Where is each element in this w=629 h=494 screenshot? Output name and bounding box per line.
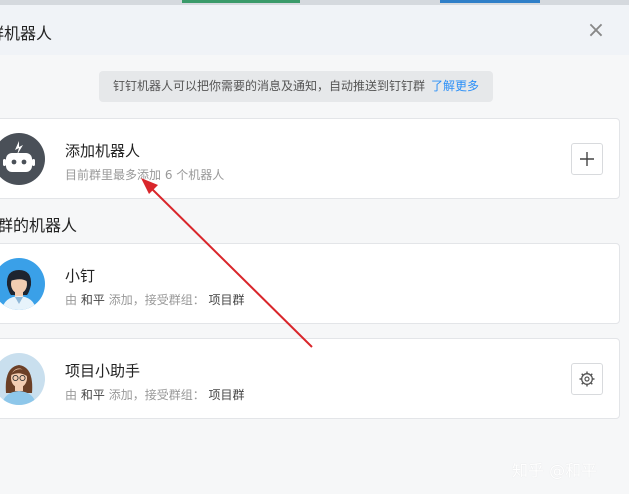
add-robot-limit: 目前群里最多添加 6 个机器人 [65, 168, 225, 182]
add-robot-card[interactable]: 添加机器人 目前群里最多添加 6 个机器人 [0, 118, 620, 199]
robot-group: 项目群 [208, 388, 245, 402]
robot-item[interactable]: 小钉 由 和平 添加，接受群组： 项目群 [0, 243, 620, 324]
robot-owner: 和平 [80, 388, 105, 402]
group-robot-dialog: 群机器人 × 钉钉机器人可以把你需要的消息及通知，自动推送到钉钉群了解更多 添加… [0, 5, 629, 494]
robot-item[interactable]: 项目小助手 由 和平 添加，接受群组： 项目群 [0, 338, 620, 419]
robot-name: 小钉 [65, 267, 96, 285]
close-icon[interactable]: × [584, 19, 608, 43]
plus-icon [580, 152, 594, 166]
notice-text: 钉钉机器人可以把你需要的消息及通知，自动推送到钉钉群 [112, 79, 425, 93]
section-title: 群的机器人 [0, 216, 78, 235]
background-tab-indicator [182, 0, 300, 3]
robot-avatar [0, 258, 45, 310]
meta-prefix: 由 [65, 388, 78, 402]
gear-icon [579, 371, 595, 387]
robot-avatar [0, 353, 45, 405]
learn-more-link[interactable]: 了解更多 [431, 79, 479, 93]
dialog-title: 群机器人 [0, 24, 53, 43]
meta-prefix: 由 [65, 293, 78, 307]
robot-meta: 由 和平 添加，接受群组： 项目群 [65, 386, 245, 403]
robot-settings-button[interactable] [571, 363, 603, 395]
meta-middle: 添加，接受群组： [108, 293, 205, 307]
add-robot-title: 添加机器人 [65, 142, 141, 160]
dialog-header: 群机器人 × [0, 5, 629, 55]
background-tab-indicator [440, 0, 540, 3]
robot-meta: 由 和平 添加，接受群组： 项目群 [65, 291, 245, 308]
robot-owner: 和平 [80, 293, 105, 307]
meta-middle: 添加，接受群组： [108, 388, 205, 402]
notice-banner: 钉钉机器人可以把你需要的消息及通知，自动推送到钉钉群 了解更多 [99, 71, 493, 102]
add-robot-button[interactable] [571, 143, 603, 175]
watermark: 知乎 @和平 [512, 461, 598, 480]
robot-icon [0, 133, 45, 185]
robot-group: 项目群 [208, 293, 245, 307]
robot-name: 项目小助手 [65, 362, 141, 380]
